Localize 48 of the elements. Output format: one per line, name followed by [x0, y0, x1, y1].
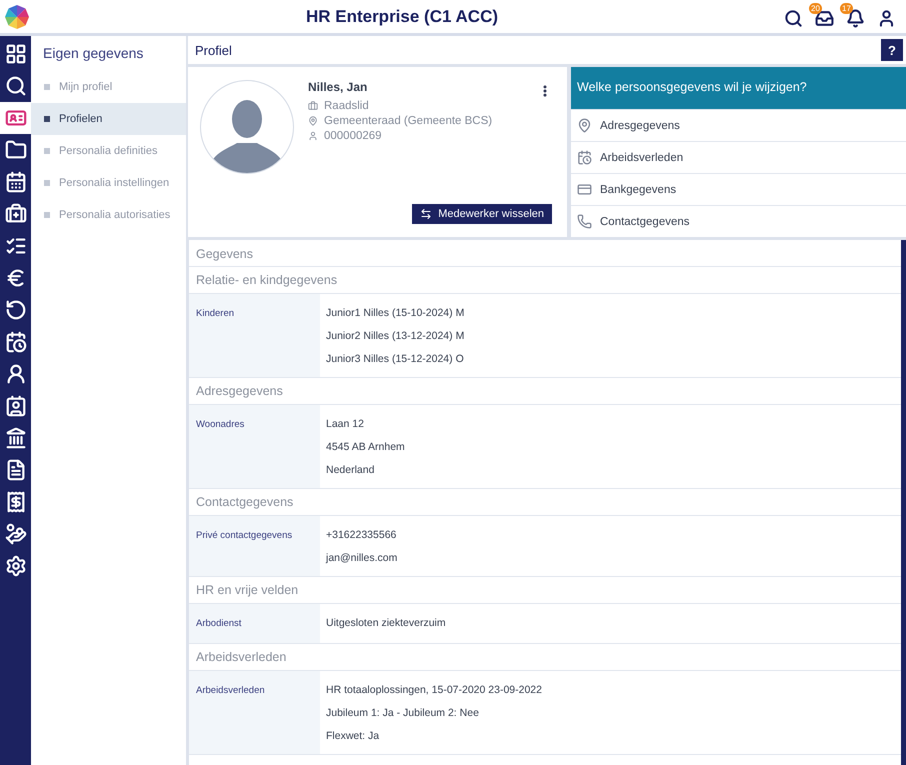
employee-department: Gemeenteraad (Gemeente BCS): [324, 115, 492, 127]
field-value: Junior2 Nilles (13-12-2024) M: [326, 329, 464, 344]
field-value: Jubileum 1: Ja - Jubileum 2: Nee: [326, 706, 480, 721]
employee-function: Raadslid: [324, 100, 369, 112]
count-badge: 20: [809, 3, 822, 14]
submenu-title: Eigen gegevens: [42, 44, 144, 63]
details-title: Gegevens: [189, 240, 901, 267]
field-value: +31622335566: [326, 528, 398, 543]
employee-name: Nilles, Jan: [308, 80, 368, 94]
user-icon[interactable]: [877, 9, 896, 28]
field-value: jan@nilles.com: [326, 551, 398, 566]
search-icon[interactable]: [784, 9, 803, 28]
field-label: Kinderen: [189, 294, 320, 377]
briefcase-icon: [308, 101, 318, 111]
map-pin-icon: [308, 116, 318, 126]
person-icon: [308, 131, 318, 141]
calendar-clock-icon: [577, 150, 592, 165]
field-value: Laan 12: [326, 417, 365, 432]
employee-number: 000000269: [324, 130, 382, 142]
switch-employee-button[interactable]: Medewerker wisselen: [412, 204, 552, 224]
field-value: Junior1 Nilles (15-10-2024) M: [326, 306, 464, 321]
panel-title: Welke persoonsgegevens wil je wijzigen?: [571, 67, 906, 109]
field-value: Nederland: [326, 463, 376, 478]
field-label: Woonadres: [189, 405, 320, 488]
field-value: Flexwet: Ja: [326, 729, 380, 744]
panel-item[interactable]: Contactgegevens: [571, 205, 906, 237]
credit-card-icon: [577, 182, 592, 197]
swap-arrows-icon: [420, 208, 432, 220]
field-value: Junior3 Nilles (15-12-2024) O: [326, 352, 464, 367]
id-card-icon[interactable]: [0, 102, 31, 134]
panel-item[interactable]: Bankgegevens: [571, 173, 906, 205]
panel-item[interactable]: Arbeidsverleden: [571, 141, 906, 173]
panel-item[interactable]: Adresgegevens: [571, 109, 906, 141]
submenu-item[interactable]: Profielen: [31, 103, 186, 135]
map-pin-icon: [577, 118, 592, 133]
app-title: HR Enterprise (C1 ACC): [304, 6, 500, 26]
help-button[interactable]: ?: [881, 39, 903, 61]
phone-icon: [577, 214, 592, 229]
field-value: HR totaaloplossingen, 15-07-2020 23-09-2022: [326, 683, 542, 698]
field-label: Privé contactgegevens: [189, 516, 320, 576]
field-label: Arbeidsverleden: [189, 671, 320, 754]
logo-icon: [4, 4, 30, 30]
field-value: Uitgesloten ziekteverzuim: [326, 616, 446, 631]
bell-icon[interactable]: [846, 9, 865, 28]
page-title: Profiel: [195, 42, 232, 58]
count-badge: 17: [840, 3, 853, 14]
field-value: 4545 AB Arnhem: [326, 440, 405, 455]
field-label: Arbodienst: [189, 604, 320, 643]
